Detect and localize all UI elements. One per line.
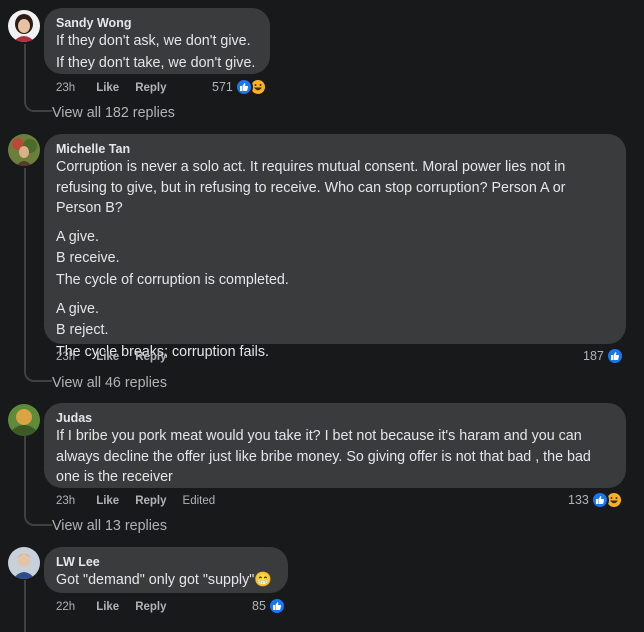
view-replies-link[interactable]: View all 46 replies xyxy=(52,374,167,392)
reaction-count: 187 xyxy=(583,349,604,363)
comment-text: If I bribe you pork meat would you take … xyxy=(56,428,591,486)
reaction-summary[interactable]: 85 xyxy=(252,597,286,615)
comment-actions: 23h Like Reply xyxy=(56,81,183,95)
comment-timestamp[interactable]: 23h xyxy=(56,350,75,364)
like-reaction-icon xyxy=(267,597,286,615)
comment-author[interactable]: Michelle Tan xyxy=(56,141,614,157)
comment-bubble: Judas If I bribe you pork meat would you… xyxy=(44,403,626,488)
edited-label: Edited xyxy=(182,495,216,507)
thread-line xyxy=(24,44,26,98)
comment-bubble: LW Lee Got "demand" only got "supply"😁 xyxy=(44,547,288,593)
comment-text: Got "demand" only got "supply"😁 xyxy=(56,572,273,588)
reaction-summary[interactable]: 571 xyxy=(212,78,267,96)
thread-connector xyxy=(24,512,52,526)
comment-author[interactable]: LW Lee xyxy=(56,554,276,570)
like-reaction-icon xyxy=(234,78,253,96)
like-button[interactable]: Like xyxy=(96,600,119,614)
comment-author[interactable]: Sandy Wong xyxy=(56,15,258,31)
reaction-count: 571 xyxy=(212,80,233,94)
like-button[interactable]: Like xyxy=(96,494,119,508)
thread-line xyxy=(24,580,26,632)
view-replies-link[interactable]: View all 182 replies xyxy=(52,104,175,122)
comment-actions: 23h Like Reply xyxy=(56,350,183,364)
comment-bubble: Michelle Tan Corruption is never a solo … xyxy=(44,134,626,360)
comment-author[interactable]: Judas xyxy=(56,410,614,426)
like-button[interactable]: Like xyxy=(96,81,119,95)
comment-actions: 23h Like Reply Edited xyxy=(56,494,231,508)
reaction-summary[interactable]: 187 xyxy=(583,347,624,365)
view-replies-link[interactable]: View all 13 replies xyxy=(52,517,167,535)
reaction-count: 133 xyxy=(568,493,589,507)
reply-button[interactable]: Reply xyxy=(135,81,166,95)
reaction-summary[interactable]: 133 xyxy=(568,491,623,509)
avatar[interactable] xyxy=(8,134,40,166)
avatar[interactable] xyxy=(8,547,40,579)
comment-text: Corruption is never a solo act. It requi… xyxy=(56,159,566,360)
comment-timestamp[interactable]: 23h xyxy=(56,81,75,95)
reaction-count: 85 xyxy=(252,599,266,613)
like-reaction-icon xyxy=(605,347,624,365)
thread-connector xyxy=(24,368,52,382)
comment-timestamp[interactable]: 22h xyxy=(56,600,75,614)
like-button[interactable]: Like xyxy=(96,350,119,364)
like-reaction-icon xyxy=(590,491,609,509)
comment-text: If they don't ask, we don't give. If the… xyxy=(56,33,256,71)
reply-button[interactable]: Reply xyxy=(135,600,166,614)
thread-line xyxy=(24,436,26,512)
reply-button[interactable]: Reply xyxy=(135,350,166,364)
comment-timestamp[interactable]: 23h xyxy=(56,494,75,508)
comment-actions: 22h Like Reply xyxy=(56,600,183,614)
thread-line xyxy=(24,168,26,368)
comment-bubble: Sandy Wong If they don't ask, we don't g… xyxy=(44,8,270,74)
reply-button[interactable]: Reply xyxy=(135,494,166,508)
avatar[interactable] xyxy=(8,404,40,436)
avatar[interactable] xyxy=(8,10,40,42)
thread-connector xyxy=(24,98,52,112)
